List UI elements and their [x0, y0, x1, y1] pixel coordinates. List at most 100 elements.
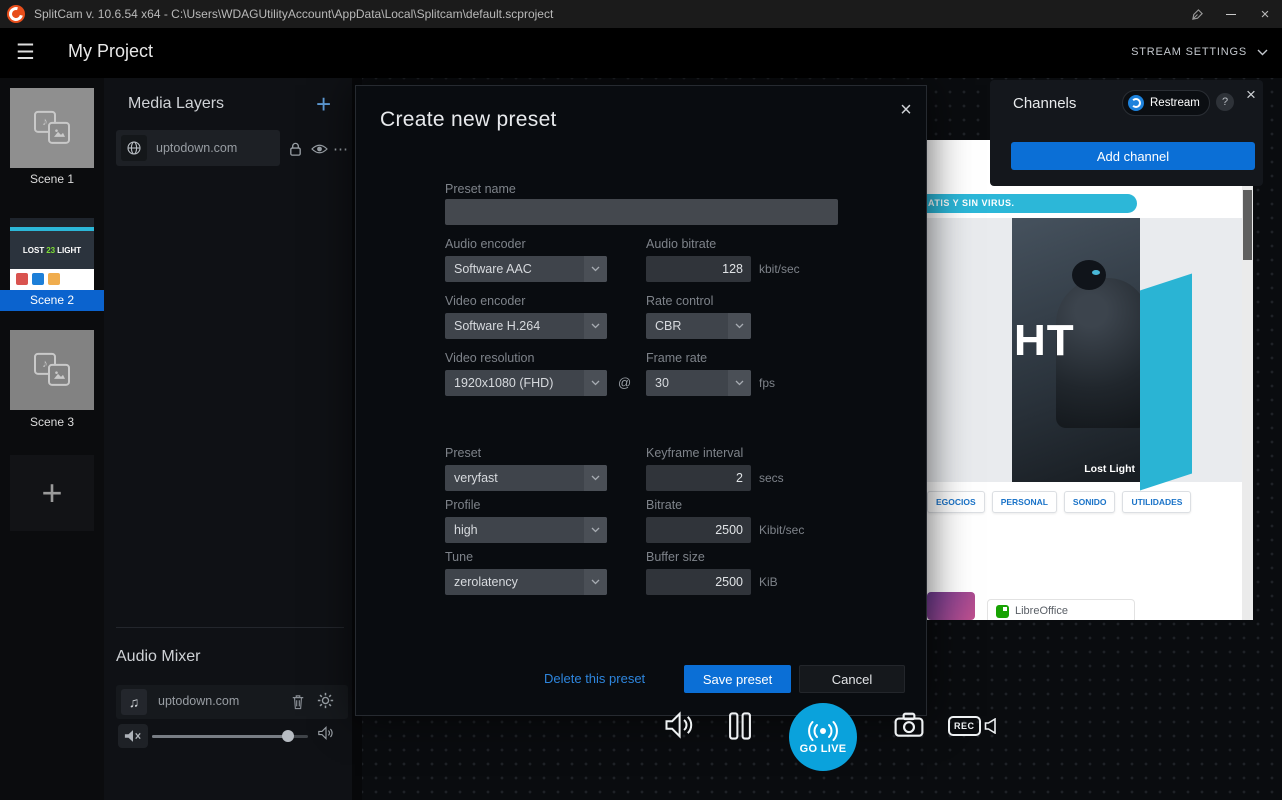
channels-close-icon[interactable]: ×: [1240, 84, 1262, 106]
category-chip[interactable]: SONIDO: [1064, 491, 1116, 513]
profile-select[interactable]: high: [445, 517, 607, 543]
layers-panel: Media Layers + uptodown.com ⋯ Audio Mixe…: [104, 78, 352, 800]
category-chip[interactable]: PERSONAL: [992, 491, 1057, 513]
scene-2-label-active[interactable]: Scene 2: [0, 290, 104, 311]
category-row: EGOCIOS PERSONAL SONIDO UTILIDADES: [927, 491, 1191, 513]
app-thumbnail: [927, 592, 975, 620]
keyframe-interval-label: Keyframe interval: [646, 446, 743, 460]
scene-1-thumbnail[interactable]: ♪: [10, 88, 94, 168]
volume-slider-handle[interactable]: [282, 730, 294, 742]
minimize-button[interactable]: [1214, 0, 1248, 28]
window-title: SplitCam v. 10.6.54 x64 - C:\Users\WDAGU…: [34, 7, 553, 21]
goggle-glint: [1092, 270, 1100, 275]
menu-icon[interactable]: ☰: [16, 40, 35, 65]
pin-icon[interactable]: [1180, 0, 1214, 28]
thumb-header-bar: [10, 218, 94, 227]
bitrate-input[interactable]: 2500: [646, 517, 751, 543]
frame-rate-unit: fps: [759, 370, 775, 396]
volume-slider[interactable]: [152, 735, 308, 738]
media-placeholder-icon: ♪: [34, 353, 70, 386]
preset-name-input[interactable]: [445, 199, 838, 225]
channels-title: Channels: [1013, 95, 1076, 112]
delete-preset-button[interactable]: Delete this preset: [544, 671, 645, 686]
pause-icon[interactable]: [728, 711, 752, 746]
game-hero-image: HT Lost Light: [1012, 218, 1140, 482]
record-button[interactable]: REC: [948, 716, 997, 736]
scene-3-label[interactable]: Scene 3: [0, 415, 104, 429]
layer-more-icon[interactable]: ⋯: [332, 140, 350, 158]
audio-bitrate-label: Audio bitrate: [646, 237, 716, 251]
scene-3-thumbnail[interactable]: ♪: [10, 330, 94, 410]
add-scene-button[interactable]: +: [10, 455, 94, 531]
audio-monitor-icon[interactable]: [664, 711, 694, 744]
rate-control-select[interactable]: CBR: [646, 313, 751, 339]
keyframe-interval-input[interactable]: 2: [646, 465, 751, 491]
save-preset-button[interactable]: Save preset: [684, 665, 791, 693]
video-encoder-select[interactable]: Software H.264: [445, 313, 607, 339]
video-encoder-label: Video encoder: [445, 294, 525, 308]
restream-button[interactable]: Restream: [1122, 90, 1210, 116]
rec-label: REC: [948, 716, 981, 736]
audio-encoder-label: Audio encoder: [445, 237, 526, 251]
scrollbar-thumb[interactable]: [1243, 190, 1252, 260]
buffer-size-input[interactable]: 2500: [646, 569, 751, 595]
app-name: LibreOffice: [1015, 605, 1068, 617]
add-layer-button[interactable]: +: [316, 94, 331, 114]
audio-encoder-select[interactable]: Software AAC: [445, 256, 607, 282]
frame-rate-label: Frame rate: [646, 351, 707, 365]
cyan-ribbon: [1140, 274, 1192, 491]
profile-label: Profile: [445, 498, 480, 512]
broadcast-icon: [805, 719, 841, 741]
lock-icon[interactable]: [286, 140, 304, 158]
layer-row[interactable]: uptodown.com: [116, 130, 280, 166]
add-channel-button[interactable]: Add channel: [1011, 142, 1255, 170]
category-chip[interactable]: EGOCIOS: [927, 491, 985, 513]
snapshot-camera-icon[interactable]: [894, 712, 924, 743]
video-resolution-select[interactable]: 1920x1080 (FHD): [445, 370, 607, 396]
tune-select[interactable]: zerolatency: [445, 569, 607, 595]
gear-icon[interactable]: [316, 691, 334, 709]
frame-rate-select[interactable]: 30: [646, 370, 751, 396]
go-live-button[interactable]: GO LIVE: [789, 703, 857, 771]
mute-speaker-icon[interactable]: [118, 724, 148, 748]
libreoffice-icon: [996, 605, 1009, 618]
chevron-down-icon: [1257, 49, 1268, 56]
audio-bitrate-unit: kbit/sec: [759, 256, 800, 282]
hero-caption: Lost Light: [1084, 463, 1135, 475]
visibility-eye-icon[interactable]: [310, 140, 328, 158]
rate-control-label: Rate control: [646, 294, 713, 308]
mixer-source-name: uptodown.com: [158, 694, 239, 708]
record-horn-icon: [984, 718, 997, 734]
scene-1-label[interactable]: Scene 1: [0, 172, 104, 186]
category-chip[interactable]: UTILIDADES: [1122, 491, 1191, 513]
divider: [116, 627, 344, 628]
media-source-icon: ♫: [121, 689, 147, 715]
create-preset-dialog: Create new preset × Preset name Audio en…: [355, 85, 927, 716]
close-button[interactable]: ×: [1248, 0, 1282, 28]
help-icon[interactable]: ?: [1216, 93, 1234, 111]
app-list-item[interactable]: LibreOffice: [987, 599, 1135, 620]
trash-icon[interactable]: [289, 693, 307, 711]
go-live-label: GO LIVE: [800, 743, 847, 755]
mixer-source-row[interactable]: ♫ uptodown.com: [116, 685, 348, 719]
splitcam-logo-icon: [7, 5, 25, 23]
scene-2-thumbnail[interactable]: LOST23LIGHT: [10, 218, 94, 290]
dialog-title: Create new preset: [380, 108, 557, 132]
bitrate-unit: Kibit/sec: [759, 517, 804, 543]
stream-settings-button[interactable]: STREAM SETTINGS: [1131, 46, 1268, 58]
dialog-close-icon[interactable]: ×: [892, 96, 920, 124]
page-scrollbar[interactable]: [1242, 142, 1253, 620]
channels-panel: Channels Restream ? × Add channel: [990, 80, 1263, 186]
preset-select[interactable]: veryfast: [445, 465, 607, 491]
window-titlebar: SplitCam v. 10.6.54 x64 - C:\Users\WDAGU…: [0, 0, 1282, 28]
audio-mixer-title: Audio Mixer: [116, 648, 200, 666]
at-sign: @: [618, 375, 631, 390]
buffer-size-unit: KiB: [759, 569, 778, 595]
audio-bitrate-input[interactable]: 128: [646, 256, 751, 282]
project-title: My Project: [68, 41, 153, 62]
character-head: [1072, 260, 1106, 290]
hero-title-fragment: HT: [1014, 316, 1075, 366]
cancel-button[interactable]: Cancel: [799, 665, 905, 693]
layer-name: uptodown.com: [156, 141, 237, 155]
speaker-icon[interactable]: [318, 726, 334, 745]
